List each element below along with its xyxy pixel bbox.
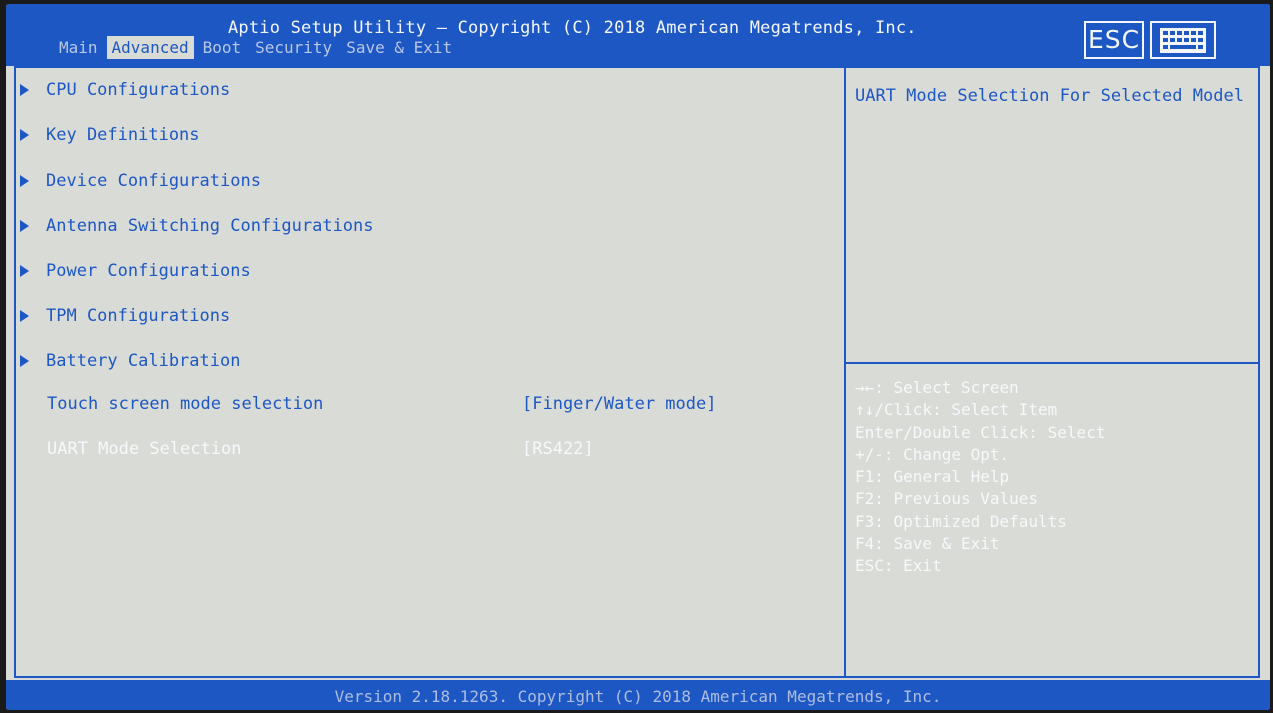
tab-advanced[interactable]: Advanced: [106, 36, 194, 59]
esc-button[interactable]: ESC: [1084, 21, 1144, 59]
submenu-label: CPU Configurations: [46, 80, 231, 100]
submenu-arrow-icon: [20, 265, 29, 277]
tab-boot[interactable]: Boot: [198, 36, 247, 59]
tab-save-exit[interactable]: Save & Exit: [341, 36, 457, 59]
help-separator: [846, 362, 1258, 364]
utility-title: Aptio Setup Utility – Copyright (C) 2018…: [228, 18, 917, 38]
submenu-arrow-icon: [20, 84, 29, 96]
submenu-power-configurations[interactable]: Power Configurations: [18, 258, 251, 284]
header-bar: Aptio Setup Utility – Copyright (C) 2018…: [6, 4, 1270, 66]
submenu-label: Key Definitions: [46, 125, 200, 145]
key-help-general-help: F1: General Help: [855, 467, 1010, 487]
keyboard-icon: [1160, 28, 1206, 53]
key-help-optimized-defaults: F3: Optimized Defaults: [855, 511, 1067, 531]
touch-screen-mode-label[interactable]: Touch screen mode selection: [47, 391, 323, 417]
submenu-antenna-switching-configurations[interactable]: Antenna Switching Configurations: [18, 213, 374, 239]
key-help-previous-values: F2: Previous Values: [855, 489, 1039, 509]
keyboard-button[interactable]: [1150, 21, 1216, 59]
submenu-arrow-icon: [20, 175, 29, 187]
uart-mode-label[interactable]: UART Mode Selection: [47, 436, 241, 462]
tab-main[interactable]: Main: [54, 36, 103, 59]
panel-divider: [844, 66, 846, 678]
key-help-list: →←: Select Screen ↑↓/Click: Select Item …: [855, 377, 1105, 578]
submenu-device-configurations[interactable]: Device Configurations: [18, 168, 261, 194]
tab-bar: Main Advanced Boot Security Save & Exit: [54, 36, 461, 60]
key-help-change-opt: +/-: Change Opt.: [855, 444, 1010, 464]
key-help-save-exit: F4: Save & Exit: [855, 534, 1000, 554]
submenu-label: Antenna Switching Configurations: [46, 216, 374, 236]
key-help-select-screen: →←: Select Screen: [855, 378, 1019, 397]
submenu-arrow-icon: [20, 355, 29, 367]
touch-screen-mode-value[interactable]: [Finger/Water mode]: [522, 391, 716, 417]
submenu-label: Battery Calibration: [46, 351, 241, 371]
submenu-cpu-configurations[interactable]: CPU Configurations: [18, 77, 230, 103]
submenu-battery-calibration[interactable]: Battery Calibration: [18, 348, 240, 374]
submenu-arrow-icon: [20, 220, 29, 232]
uart-mode-value[interactable]: [RS422]: [522, 436, 594, 462]
help-description: UART Mode Selection For Selected Model: [855, 86, 1244, 106]
submenu-label: TPM Configurations: [46, 306, 231, 326]
key-help-select-item: ↑↓/Click: Select Item: [855, 400, 1058, 420]
submenu-label: Power Configurations: [46, 261, 251, 281]
bios-screen: Aptio Setup Utility – Copyright (C) 2018…: [6, 4, 1270, 710]
key-help-enter-select: Enter/Double Click: Select: [855, 422, 1106, 442]
submenu-arrow-icon: [20, 129, 29, 141]
submenu-label: Device Configurations: [46, 171, 261, 191]
version-footer: Version 2.18.1263. Copyright (C) 2018 Am…: [6, 680, 1270, 710]
submenu-arrow-icon: [20, 310, 29, 322]
key-help-esc-exit: ESC: Exit: [855, 556, 942, 576]
submenu-key-definitions[interactable]: Key Definitions: [18, 122, 200, 148]
submenu-tpm-configurations[interactable]: TPM Configurations: [18, 303, 230, 329]
tab-security[interactable]: Security: [250, 36, 337, 59]
